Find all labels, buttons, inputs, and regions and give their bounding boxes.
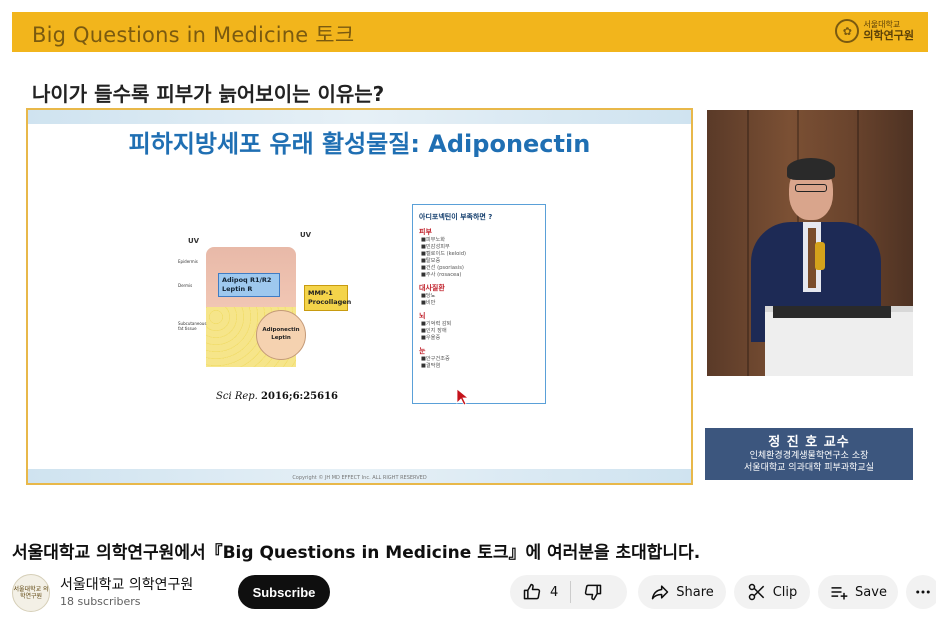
save-button[interactable]: Save — [818, 575, 898, 609]
adiponectin-circle: Adiponectin Leptin — [256, 310, 306, 360]
save-icon — [829, 582, 849, 602]
question-title: 나이가 들수록 피부가 늙어보이는 이유는? — [32, 82, 385, 106]
channel-avatar[interactable]: 서울대학교 의학연구원 — [12, 574, 50, 612]
circle-line: Adiponectin — [262, 327, 300, 333]
like-button[interactable]: 4 — [510, 575, 558, 609]
deficiency-box: 아디포넥틴이 부족하면 ? 피부피부노화민감성피부켈로이드 (keloid)탈모… — [412, 204, 546, 404]
circle-line: Leptin — [271, 335, 291, 341]
dislike-button[interactable] — [571, 575, 603, 609]
share-icon — [650, 582, 670, 602]
deficiency-item: 주사 (rosacea) — [419, 272, 539, 279]
mmp-box: MMP-1 Procollagen — [304, 285, 352, 311]
speaker-name-box: 정 진 호 교수 인체환경경계생물학연구소 소장 서울대학교 의과대학 피부과학… — [705, 428, 913, 480]
channel-row: 서울대학교 의학연구원 서울대학교 의학연구원 18 subscribers S… — [12, 572, 936, 612]
clip-label: Clip — [772, 584, 798, 600]
deficiency-category: 대사질환 — [419, 284, 445, 292]
microphone-icon — [815, 242, 825, 270]
deficiency-item: 피부노화 — [419, 237, 539, 244]
speaker-video — [707, 110, 913, 376]
more-actions-button[interactable] — [906, 575, 936, 609]
mmp-line: MMP-1 — [308, 289, 333, 297]
adipoq-box: Adipoq R1/R2 Leptin R — [218, 273, 280, 297]
speaker-role: 인체환경경계생물학연구소 소장 — [749, 451, 869, 461]
clip-button[interactable]: Clip — [734, 575, 810, 609]
page: Big Questions in Medicine 토크 ✿ 서울대학교 의학연… — [0, 0, 936, 627]
subcutaneous-label: Subcutaneous fat tissue — [178, 321, 207, 331]
banner-logo: ✿ 서울대학교 의학연구원 — [835, 19, 914, 43]
slide-top-bar — [28, 110, 691, 124]
deficiency-item: 민감성피부 — [419, 244, 539, 251]
video-player[interactable]: Big Questions in Medicine 토크 ✿ 서울대학교 의학연… — [0, 0, 936, 528]
logo-big-text: 의학연구원 — [863, 29, 914, 42]
deficiency-category: 피부 — [419, 228, 432, 236]
banner: Big Questions in Medicine 토크 ✿ 서울대학교 의학연… — [12, 12, 928, 52]
deficiency-list: 피부피부노화민감성피부켈로이드 (keloid)탈모증건선 (psoriasis… — [419, 227, 539, 370]
deficiency-item: 비만 — [419, 300, 539, 307]
speaker-name: 정 진 호 교수 — [768, 435, 850, 450]
channel-name[interactable]: 서울대학교 의학연구원 — [60, 574, 193, 594]
dislike-icon — [583, 582, 603, 602]
seal-icon: ✿ — [835, 19, 860, 43]
deficiency-item: 당뇨 — [419, 293, 539, 300]
share-label: Share — [676, 584, 714, 600]
share-button[interactable]: Share — [638, 575, 726, 609]
citation-details: 2016;6:25616 — [261, 391, 339, 402]
deficiency-item: 안구건조증 — [419, 356, 539, 363]
deficiency-item: 켈로이드 (keloid) — [419, 251, 539, 258]
speaker-hair — [787, 158, 835, 180]
citation: Sci Rep. 2016;6:25616 — [216, 391, 338, 402]
deficiency-item: 결막염 — [419, 363, 539, 370]
save-label: Save — [855, 584, 887, 600]
avatar-text: 서울대학교 의학연구원 — [13, 586, 49, 600]
slide-title: 피하지방세포 유래 활성물질: Adiponectin — [128, 130, 591, 158]
subscriber-count: 18 subscribers — [60, 595, 141, 608]
slide: 피하지방세포 유래 활성물질: Adiponectin UV UV Epider… — [26, 108, 693, 485]
deficiency-item: 탈모증 — [419, 258, 539, 265]
deficiency-category: 눈 — [419, 347, 426, 355]
banner-title: Big Questions in Medicine 토크 — [32, 23, 355, 47]
epidermis-label: Epidermis — [178, 259, 198, 264]
deficiency-item: 우울증 — [419, 335, 539, 342]
copyright: Copyright © JH MD EFFECT Inc. ALL RIGHT … — [292, 475, 427, 481]
dermis-label: Dermis — [178, 283, 193, 288]
clip-icon — [747, 582, 767, 602]
skin-diagram: UV UV Epidermis Dermis Subcutaneous fat … — [178, 225, 358, 400]
video-title: 서울대학교 의학연구원에서『Big Questions in Medicine … — [12, 543, 701, 563]
speaker-affiliation: 서울대학교 의과대학 피부과학교실 — [744, 463, 874, 473]
deficiency-item: 기억력 감퇴 — [419, 321, 539, 328]
like-dislike-group: 4 — [510, 575, 627, 609]
subscribe-button[interactable]: Subscribe — [238, 575, 330, 609]
speaker-glasses — [795, 184, 827, 192]
citation-journal: Sci Rep. — [216, 391, 258, 402]
more-icon — [914, 583, 932, 601]
podium-screen — [773, 306, 891, 318]
mmp-line: Procollagen — [308, 298, 352, 306]
adipoq-line: Adipoq R1/R2 — [222, 276, 272, 284]
deficiency-item: 인지 장애 — [419, 328, 539, 335]
deficiency-item: 건선 (psoriasis) — [419, 265, 539, 272]
deficiency-category: 뇌 — [419, 312, 426, 320]
uv-label: UV — [300, 231, 312, 239]
adipoq-line: Leptin R — [222, 285, 253, 293]
like-icon — [522, 582, 542, 602]
uv-label: UV — [188, 237, 200, 245]
deficiency-heading: 아디포넥틴이 부족하면 ? — [419, 213, 493, 221]
like-count: 4 — [550, 584, 559, 600]
